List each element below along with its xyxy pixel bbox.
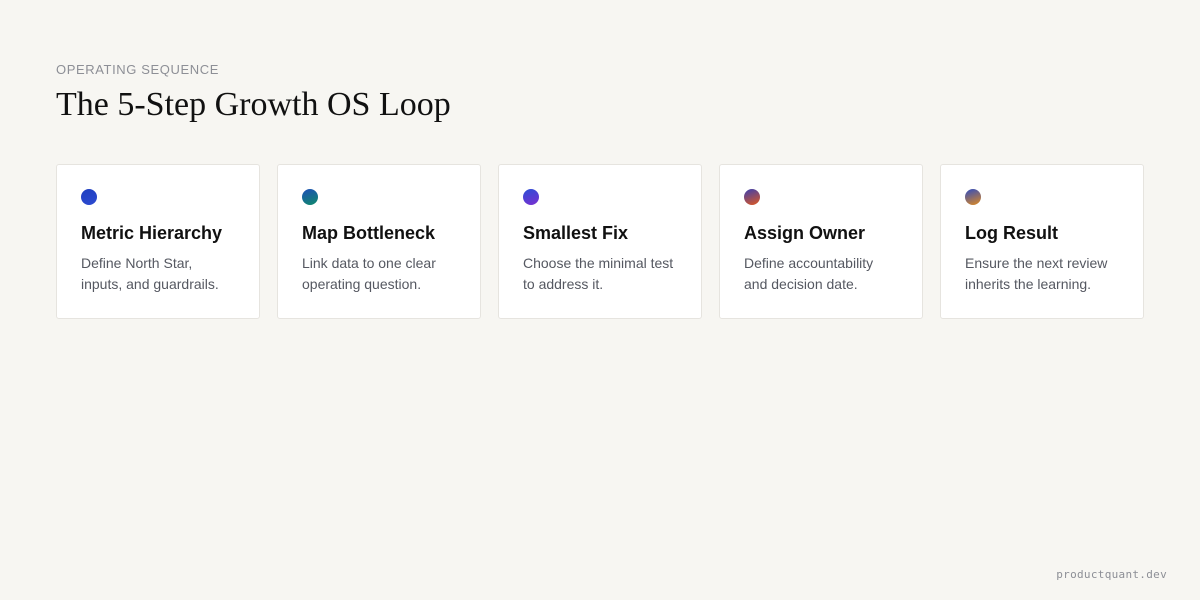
- step-dot-icon: [744, 189, 760, 205]
- step-card-log-result: Log Result Ensure the next review inheri…: [940, 164, 1144, 319]
- step-description: Define North Star, inputs, and guardrail…: [81, 255, 219, 292]
- step-card-metric-hierarchy: Metric Hierarchy Define North Star, inpu…: [56, 164, 260, 319]
- step-dot-icon: [965, 189, 981, 205]
- step-description: Choose the minimal test to address it.: [523, 255, 674, 292]
- step-description: Define accountability and decision date.: [744, 255, 874, 292]
- step-description: Link data to one clear operating questio…: [302, 255, 436, 292]
- step-dot-icon: [523, 189, 539, 205]
- step-title: Assign Owner: [744, 223, 866, 243]
- step-description: Ensure the next review inherits the lear…: [965, 255, 1108, 292]
- step-title: Log Result: [965, 223, 1058, 243]
- step-dot-icon: [302, 189, 318, 205]
- step-title: Smallest Fix: [523, 223, 629, 243]
- step-card-assign-owner: Assign Owner Define accountability and d…: [719, 164, 923, 319]
- step-title: Map Bottleneck: [302, 223, 436, 243]
- step-dot-icon: [81, 189, 97, 205]
- footer-domain: productquant.dev: [1056, 568, 1167, 581]
- steps-row: Metric Hierarchy Define North Star, inpu…: [56, 164, 1144, 319]
- eyebrow-label: OPERATING SEQUENCE: [56, 62, 219, 77]
- step-title: Metric Hierarchy: [81, 223, 223, 243]
- step-card-smallest-fix: Smallest Fix Choose the minimal test to …: [498, 164, 702, 319]
- page: OPERATING SEQUENCE The 5-Step Growth OS …: [0, 0, 1200, 600]
- step-card-map-bottleneck: Map Bottleneck Link data to one clear op…: [277, 164, 481, 319]
- page-title: The 5-Step Growth OS Loop: [56, 86, 451, 123]
